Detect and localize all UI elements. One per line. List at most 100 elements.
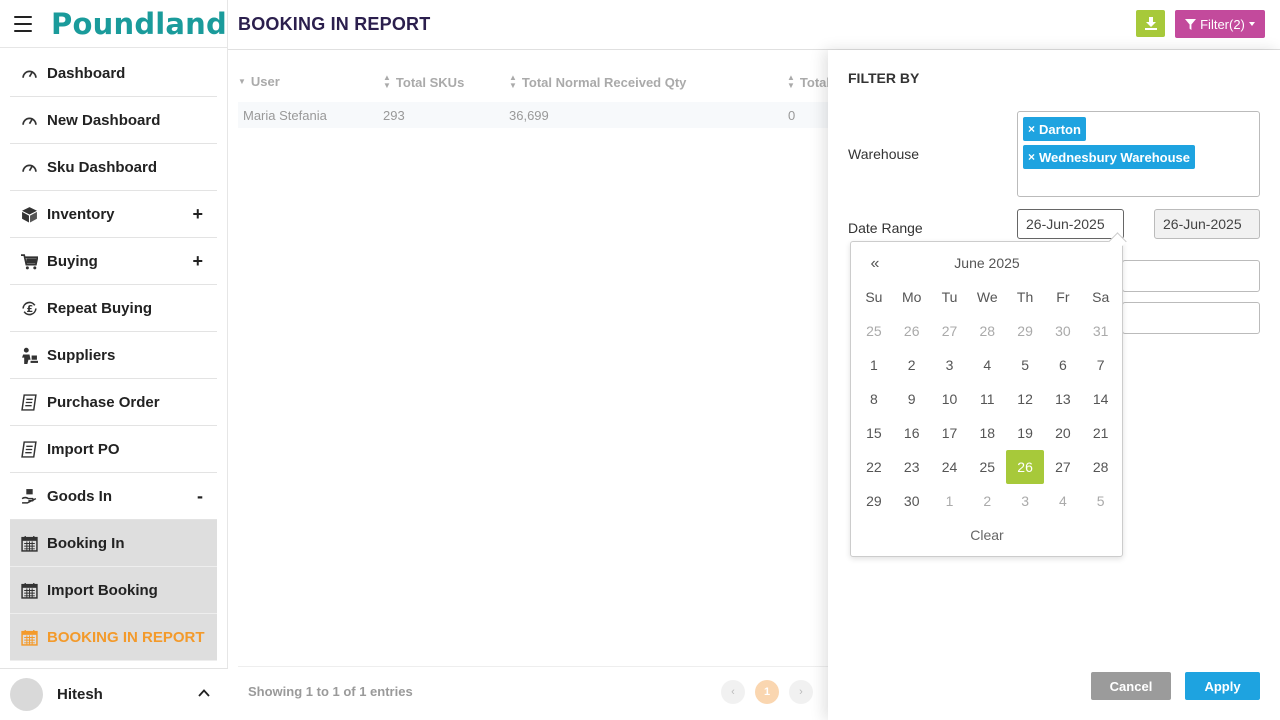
remove-tag-icon[interactable]: × — [1028, 122, 1035, 136]
calendar-day[interactable]: 27 — [931, 314, 969, 348]
calendar-day[interactable]: 7 — [1082, 348, 1120, 382]
sidebar-item-label: Import PO — [47, 440, 120, 458]
calendar-day[interactable]: 11 — [968, 382, 1006, 416]
calendar-day[interactable]: 28 — [968, 314, 1006, 348]
expand-icon[interactable]: + — [192, 204, 203, 225]
sidebar-item-label: Goods In — [47, 487, 112, 505]
calendar-day[interactable]: 15 — [855, 416, 893, 450]
hamburger-menu-icon[interactable] — [14, 15, 33, 32]
calendar-prev-button[interactable]: « — [867, 255, 883, 273]
pagination-next-button[interactable]: › — [789, 680, 813, 704]
sidebar-item-label: New Dashboard — [47, 111, 161, 129]
sidebar-item-import-booking[interactable]: Import Booking — [10, 567, 217, 614]
calendar-day[interactable]: 25 — [968, 450, 1006, 484]
sidebar-item-inventory[interactable]: Inventory + — [10, 191, 217, 238]
calendar-day[interactable]: 9 — [893, 382, 931, 416]
calendar-day[interactable]: 4 — [1044, 484, 1082, 518]
calendar-weekday: Tu — [941, 289, 958, 305]
sku-field[interactable] — [1122, 302, 1260, 334]
user-bar[interactable]: Hitesh — [0, 668, 228, 720]
collapse-icon[interactable]: - — [197, 486, 203, 507]
calendar-day[interactable]: 20 — [1044, 416, 1082, 450]
calendar-day[interactable]: 30 — [893, 484, 931, 518]
expand-icon[interactable]: + — [192, 251, 203, 272]
calendar-day[interactable]: 30 — [1044, 314, 1082, 348]
sidebar-item-sku-dashboard[interactable]: Sku Dashboard — [10, 144, 217, 191]
calendar-month-title[interactable]: June 2025 — [851, 255, 1123, 271]
chevron-up-icon[interactable] — [198, 687, 210, 699]
gauge-icon — [20, 64, 38, 82]
sidebar-item-purchase-order[interactable]: Purchase Order — [10, 379, 217, 426]
column-header-user[interactable]: ▼ User — [238, 74, 280, 89]
calendar-day[interactable]: 27 — [1044, 450, 1082, 484]
sort-icon: ▲ ▼ — [509, 73, 517, 90]
sidebar-item-import-po[interactable]: Import PO — [10, 426, 217, 473]
calendar-day[interactable]: 13 — [1044, 382, 1082, 416]
calendar-day[interactable]: 29 — [855, 484, 893, 518]
calendar-day[interactable]: 18 — [968, 416, 1006, 450]
download-button[interactable] — [1136, 10, 1165, 37]
calendar-day[interactable]: 31 — [1082, 314, 1120, 348]
warehouse-tag-label: Darton — [1039, 121, 1081, 137]
calendar-day[interactable]: 16 — [893, 416, 931, 450]
date-to-input[interactable]: 26-Jun-2025 — [1154, 209, 1260, 239]
warehouse-tag: × Wednesbury Warehouse — [1023, 145, 1195, 169]
sidebar-item-dashboard[interactable]: Dashboard — [10, 50, 217, 97]
sidebar-item-booking-in-report[interactable]: BOOKING IN REPORT — [10, 614, 217, 661]
page-title: BOOKING IN REPORT — [238, 14, 431, 34]
calendar-weekday: Mo — [901, 289, 922, 305]
brand-logo[interactable]: Poundland — [51, 7, 227, 41]
cancel-button[interactable]: Cancel — [1091, 672, 1171, 700]
calendar-day[interactable]: 5 — [1082, 484, 1120, 518]
calendar-day[interactable]: 22 — [855, 450, 893, 484]
column-header-total-normal-received-qty[interactable]: ▲ ▼ Total Normal Received Qty — [509, 74, 686, 90]
user-field[interactable] — [1122, 260, 1260, 292]
calendar-day[interactable]: 1 — [931, 484, 969, 518]
calendar-day[interactable]: 3 — [1006, 484, 1044, 518]
receipt-icon — [20, 393, 38, 411]
calendar-day[interactable]: 29 — [1006, 314, 1044, 348]
sidebar-item-suppliers[interactable]: Suppliers — [10, 332, 217, 379]
calendar-day[interactable]: 21 — [1082, 416, 1120, 450]
cart-icon — [20, 252, 38, 270]
calendar-day[interactable]: 6 — [1044, 348, 1082, 382]
column-header-total[interactable]: ▲ ▼ Total — [787, 74, 830, 90]
date-from-input[interactable]: 26-Jun-2025 — [1017, 209, 1124, 239]
filter-button[interactable]: Filter(2) — [1175, 10, 1265, 38]
sidebar-item-goods-in[interactable]: Goods In - — [10, 473, 217, 520]
sidebar-item-label: Import Booking — [47, 581, 158, 599]
sidebar-item-buying[interactable]: Buying + — [10, 238, 217, 285]
table-cell: 293 — [383, 108, 405, 123]
warehouse-multiselect[interactable]: × Darton × Wednesbury Warehouse — [1017, 111, 1260, 197]
sidebar-item-repeat-buying[interactable]: £ Repeat Buying — [10, 285, 217, 332]
calendar-day-selected[interactable]: 26 — [1006, 450, 1044, 484]
calendar-day[interactable]: 5 — [1006, 348, 1044, 382]
table-row[interactable]: Maria Stefania 293 36,699 0 — [238, 102, 828, 128]
sidebar-item-booking-in[interactable]: Booking In — [10, 520, 217, 567]
calendar-day[interactable]: 2 — [893, 348, 931, 382]
calendar-day[interactable]: 2 — [968, 484, 1006, 518]
sidebar: Poundland Dashboard New Dashboard Sku Da… — [0, 0, 228, 720]
calendar-day[interactable]: 23 — [893, 450, 931, 484]
calendar-day[interactable]: 17 — [931, 416, 969, 450]
apply-button[interactable]: Apply — [1185, 672, 1260, 700]
calendar-day[interactable]: 1 — [855, 348, 893, 382]
calendar-day[interactable]: 24 — [931, 450, 969, 484]
calendar-day[interactable]: 28 — [1082, 450, 1120, 484]
remove-tag-icon[interactable]: × — [1028, 150, 1035, 164]
calendar-day[interactable]: 8 — [855, 382, 893, 416]
sidebar-item-new-dashboard[interactable]: New Dashboard — [10, 97, 217, 144]
avatar[interactable] — [10, 678, 43, 711]
calendar-clear-button[interactable]: Clear — [851, 527, 1123, 543]
calendar-day[interactable]: 25 — [855, 314, 893, 348]
calendar-day[interactable]: 3 — [931, 348, 969, 382]
calendar-day[interactable]: 14 — [1082, 382, 1120, 416]
column-header-total-skus[interactable]: ▲ ▼ Total SKUs — [383, 74, 464, 90]
calendar-day[interactable]: 12 — [1006, 382, 1044, 416]
calendar-day[interactable]: 19 — [1006, 416, 1044, 450]
pagination-page-button[interactable]: 1 — [755, 680, 779, 704]
calendar-day[interactable]: 10 — [931, 382, 969, 416]
calendar-day[interactable]: 4 — [968, 348, 1006, 382]
pagination-prev-button[interactable]: ‹ — [721, 680, 745, 704]
calendar-day[interactable]: 26 — [893, 314, 931, 348]
